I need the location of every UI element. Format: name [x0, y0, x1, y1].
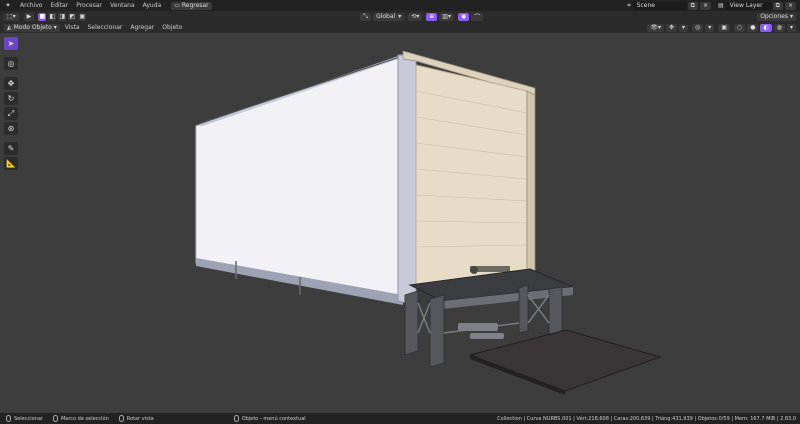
mouse-right-icon — [233, 415, 239, 422]
viewport-header-menus: ◭ Modo Objeto ▾ Vista Seleccionar Agrega… — [0, 22, 800, 33]
select-tool-icon[interactable]: ➤ — [4, 37, 18, 50]
3d-viewport[interactable]: ➤ ◎ ✥ ↻ ⤢ ⊛ ✎ 📐 — [0, 33, 800, 413]
play-icon[interactable]: ▶ — [23, 12, 35, 21]
chevron-down-icon: ▾ — [53, 24, 57, 31]
regresar-button[interactable]: ▭ Regresar — [171, 1, 212, 10]
overlay-dropdown-icon[interactable]: ▾ — [705, 23, 715, 32]
xray-icon[interactable]: ▣ — [718, 23, 730, 32]
menu-editar[interactable]: Editar — [46, 2, 72, 9]
editor-type-icon[interactable]: ⬚▾ — [4, 12, 19, 21]
roll-up-door — [415, 64, 528, 286]
orientation-label: Global — [376, 13, 396, 20]
blender-logo-icon[interactable]: ✦ — [4, 2, 12, 9]
snap-target-icon[interactable]: ▥▾ — [439, 12, 454, 21]
mode-dropdown[interactable]: ◭ Modo Objeto ▾ — [4, 23, 60, 32]
scene-close-icon[interactable]: × — [699, 1, 711, 10]
view-layer-close-icon[interactable]: × — [784, 1, 796, 10]
view-layer-icon: ▤ — [718, 2, 724, 9]
status-rotate: Rotar vista — [118, 415, 154, 422]
menu-ventana[interactable]: Ventana — [106, 2, 139, 9]
gizmo-icon[interactable]: ✥ — [666, 23, 678, 32]
view-layer-field[interactable]: View Layer — [725, 1, 772, 10]
move-tool-icon[interactable]: ✥ — [4, 77, 18, 90]
viewport-header: ⬚▾ ▶ ■ ◧ ◨ ◩ ▣ ⤡ Global ▾ ⟲▾ ⊕ ▥▾ ◉ ⌒ Op… — [0, 11, 800, 22]
shading-dropdown-icon[interactable]: ▾ — [786, 23, 796, 32]
select-subtract-icon[interactable]: ◨ — [58, 12, 67, 21]
status-select: Seleccionar — [6, 415, 43, 422]
orientation-dropdown[interactable]: Global ▾ — [373, 12, 405, 21]
chevron-down-icon: ▾ — [398, 13, 402, 20]
status-context-label: Objeto - menú contextual — [241, 415, 306, 422]
menu-seleccionar[interactable]: Seleccionar — [84, 24, 127, 31]
shading-rendered-icon[interactable]: ◍ — [773, 23, 785, 32]
status-context: Objeto - menú contextual — [233, 415, 306, 422]
door-handle — [470, 266, 478, 274]
visibility-icon[interactable]: 👁▾ — [647, 23, 664, 32]
select-intersect-icon[interactable]: ▣ — [78, 12, 87, 21]
scene-field[interactable]: Scene — [632, 1, 687, 10]
gizmo-dropdown-icon[interactable]: ▾ — [679, 23, 689, 32]
overlay-icon[interactable]: ◎ — [692, 23, 704, 32]
status-bar: Seleccionar Marco de selección Rotar vis… — [0, 413, 800, 424]
annotate-tool-icon[interactable]: ✎ — [4, 142, 18, 155]
back-icon: ▭ — [174, 2, 180, 9]
menu-ayuda[interactable]: Ayuda — [139, 2, 166, 9]
menu-objeto[interactable]: Objeto — [158, 24, 186, 31]
mode-label: Modo Objeto — [13, 24, 52, 31]
rotate-tool-icon[interactable]: ↻ — [4, 92, 18, 105]
pivot-icon[interactable]: ⟲▾ — [408, 12, 423, 21]
transform-tool-icon[interactable]: ⊛ — [4, 122, 18, 135]
status-rotate-label: Rotar vista — [126, 415, 154, 422]
status-box-select-label: Marco de selección — [60, 415, 109, 422]
proportional-falloff-icon[interactable]: ⌒ — [471, 12, 484, 21]
menu-vista[interactable]: Vista — [61, 24, 84, 31]
shading-solid-icon[interactable]: ● — [747, 23, 759, 32]
menu-archivo[interactable]: Archivo — [16, 2, 46, 9]
select-invert-icon[interactable]: ◩ — [68, 12, 77, 21]
scale-tool-icon[interactable]: ⤢ — [4, 107, 18, 120]
liftgate-hydraulics — [458, 323, 504, 339]
regresar-label: Regresar — [181, 2, 209, 9]
scene-icon: ⌗ — [627, 1, 631, 9]
select-new-icon[interactable]: ■ — [38, 12, 47, 21]
menu-procesar[interactable]: Procesar — [72, 2, 106, 9]
snap-icon[interactable]: ⊕ — [426, 12, 438, 21]
mouse-drag-icon — [52, 415, 58, 422]
tool-shelf: ➤ ◎ ✥ ↻ ⤢ ⊛ ✎ 📐 — [4, 37, 20, 170]
viewport-scene — [195, 50, 662, 395]
status-select-label: Seleccionar — [14, 415, 43, 422]
scene-statistics: Collection | Curva NURBS.001 | Vért:218,… — [497, 415, 796, 422]
options-label: Opciones — [760, 13, 788, 20]
top-bar: ✦ Archivo Editar Procesar Ventana Ayuda … — [0, 0, 800, 11]
shading-material-icon[interactable]: ◐ — [760, 23, 772, 32]
chevron-down-icon: ▾ — [789, 13, 793, 20]
menu-bar: Archivo Editar Procesar Ventana Ayuda — [16, 2, 165, 9]
mouse-middle-icon — [118, 415, 124, 422]
orientation-icon: ⤡ — [360, 12, 372, 21]
trailer-rear-frame — [397, 54, 417, 306]
cursor-tool-icon[interactable]: ◎ — [4, 57, 18, 70]
object-mode-icon: ◭ — [7, 24, 12, 31]
proportional-icon[interactable]: ◉ — [457, 12, 470, 21]
lift-platform — [468, 329, 662, 392]
door-right-post — [526, 90, 536, 274]
mouse-left-icon — [6, 415, 11, 422]
shading-wireframe-icon[interactable]: ○ — [733, 23, 746, 32]
measure-tool-icon[interactable]: 📐 — [4, 157, 18, 170]
scene-copy-icon[interactable]: ⧉ — [687, 1, 698, 10]
status-box-select: Marco de selección — [52, 415, 109, 422]
select-extend-icon[interactable]: ◧ — [48, 12, 57, 21]
view-layer-copy-icon[interactable]: ⧉ — [772, 1, 783, 10]
menu-agregar[interactable]: Agregar — [126, 24, 158, 31]
options-dropdown[interactable]: Opciones ▾ — [757, 12, 796, 21]
